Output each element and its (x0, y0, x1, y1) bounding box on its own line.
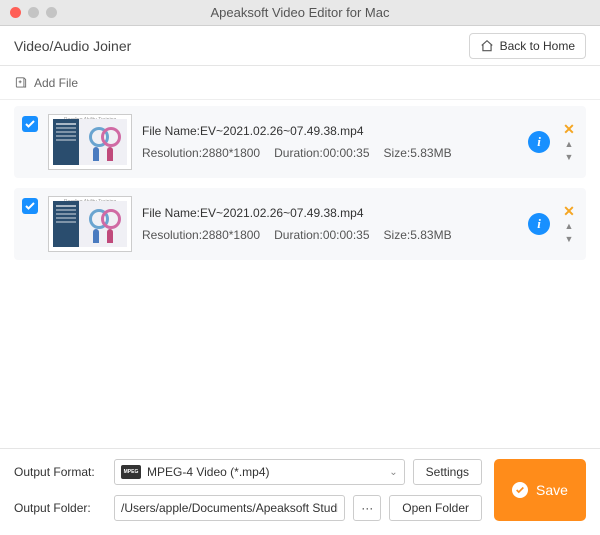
resolution-prefix: Resolution: (142, 146, 202, 160)
format-badge-icon: MPEG (121, 465, 141, 479)
save-button[interactable]: Save (494, 459, 586, 521)
size-value: 5.83MB (410, 146, 451, 160)
row-controls: ✕ ▲ ▼ (560, 204, 578, 244)
file-row: Reading Ability Training File Name:EV~20… (14, 188, 586, 260)
remove-icon[interactable]: ✕ (563, 122, 575, 136)
duration-value: 00:00:35 (323, 146, 370, 160)
add-file-icon (14, 76, 28, 90)
move-down-icon[interactable]: ▼ (565, 235, 574, 244)
file-info: File Name:EV~2021.02.26~07.49.38.mp4 Res… (142, 124, 518, 160)
move-up-icon[interactable]: ▲ (565, 140, 574, 149)
add-file-button[interactable]: Add File (14, 76, 78, 90)
settings-button[interactable]: Settings (413, 459, 482, 485)
maximize-window-icon[interactable] (46, 7, 57, 18)
file-name-value: EV~2021.02.26~07.49.38.mp4 (200, 206, 363, 220)
home-button-label: Back to Home (500, 39, 575, 53)
size-prefix: Size: (384, 228, 411, 242)
info-icon[interactable]: i (528, 131, 550, 153)
file-checkbox[interactable] (22, 116, 38, 132)
output-format-value: MPEG-4 Video (*.mp4) (147, 465, 389, 479)
resolution-value: 2880*1800 (202, 228, 260, 242)
file-thumbnail[interactable]: Reading Ability Training (48, 114, 132, 170)
file-name-prefix: File Name: (142, 124, 200, 138)
resolution-prefix: Resolution: (142, 228, 202, 242)
home-icon (480, 39, 494, 53)
info-icon[interactable]: i (528, 213, 550, 235)
back-to-home-button[interactable]: Back to Home (469, 33, 586, 59)
open-folder-button[interactable]: Open Folder (389, 495, 482, 521)
size-value: 5.83MB (410, 228, 451, 242)
subheader: Video/Audio Joiner Back to Home (0, 26, 600, 66)
file-list: Reading Ability Training File Name:EV~20… (0, 100, 600, 448)
browse-folder-button[interactable]: ··· (353, 495, 381, 521)
window-controls (0, 7, 57, 18)
output-format-label: Output Format: (14, 465, 106, 479)
output-folder-label: Output Folder: (14, 501, 106, 515)
file-name-value: EV~2021.02.26~07.49.38.mp4 (200, 124, 363, 138)
check-circle-icon (512, 482, 528, 498)
file-row: Reading Ability Training File Name:EV~20… (14, 106, 586, 178)
resolution-value: 2880*1800 (202, 146, 260, 160)
move-down-icon[interactable]: ▼ (565, 153, 574, 162)
output-folder-input[interactable] (114, 495, 345, 521)
move-up-icon[interactable]: ▲ (565, 222, 574, 231)
page-title: Video/Audio Joiner (14, 38, 131, 54)
file-name-prefix: File Name: (142, 206, 200, 220)
duration-prefix: Duration: (274, 146, 323, 160)
minimize-window-icon[interactable] (28, 7, 39, 18)
remove-icon[interactable]: ✕ (563, 204, 575, 218)
duration-value: 00:00:35 (323, 228, 370, 242)
file-info: File Name:EV~2021.02.26~07.49.38.mp4 Res… (142, 206, 518, 242)
footer: Output Format: MPEG MPEG-4 Video (*.mp4)… (0, 448, 600, 535)
duration-prefix: Duration: (274, 228, 323, 242)
output-format-select[interactable]: MPEG MPEG-4 Video (*.mp4) ⌄ (114, 459, 405, 485)
close-window-icon[interactable] (10, 7, 21, 18)
file-thumbnail[interactable]: Reading Ability Training (48, 196, 132, 252)
chevron-down-icon: ⌄ (389, 467, 397, 478)
size-prefix: Size: (384, 146, 411, 160)
row-controls: ✕ ▲ ▼ (560, 122, 578, 162)
window-title: Apeaksoft Video Editor for Mac (0, 5, 600, 20)
toolbar: Add File (0, 66, 600, 100)
save-button-label: Save (536, 482, 568, 498)
file-checkbox[interactable] (22, 198, 38, 214)
add-file-label: Add File (34, 76, 78, 90)
titlebar: Apeaksoft Video Editor for Mac (0, 0, 600, 26)
